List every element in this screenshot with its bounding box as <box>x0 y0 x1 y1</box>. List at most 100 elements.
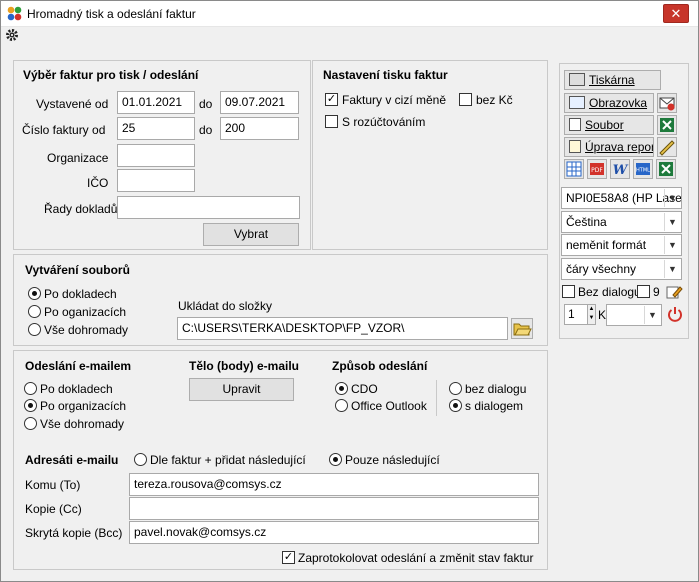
file-button[interactable]: Soubor <box>564 115 654 135</box>
outlook-label: Office Outlook <box>351 399 427 413</box>
email-by-organizations-label: Po organizacích <box>40 399 127 413</box>
language-select[interactable]: Čeština ▼ <box>561 211 682 233</box>
bcc-label: Skrytá kopie (Bcc) <box>25 526 123 540</box>
printer-select[interactable]: NPI0E58A8 (HP Lase ▼ <box>561 187 682 209</box>
ico-input[interactable] <box>117 169 195 192</box>
only-following-radio[interactable] <box>329 453 342 466</box>
email-by-organizations-radio[interactable] <box>24 399 37 412</box>
power-icon[interactable] <box>666 305 684 323</box>
to-label: Komu (To) <box>25 478 81 492</box>
issued-to-input[interactable]: 09.07.2021 <box>220 91 299 114</box>
series-label: Řady dokladů <box>44 202 118 216</box>
email-all-label: Vše dohromady <box>40 417 125 431</box>
screen-button-label: Obrazovka <box>589 96 648 110</box>
issued-to-label: do <box>199 97 213 111</box>
foreign-currency-label: Faktury v cizí měně <box>342 93 447 107</box>
close-button[interactable]: ✕ <box>663 4 689 23</box>
folder-label: Ukládat do složky <box>178 299 273 313</box>
files-by-documents-label: Po dokladech <box>44 287 117 301</box>
number-from-input[interactable]: 25 <box>117 117 195 140</box>
breakdown-checkbox[interactable] <box>325 115 338 128</box>
log-checkbox[interactable]: ✓ <box>282 551 295 564</box>
ruler-icon[interactable] <box>657 137 677 157</box>
email-all-radio[interactable] <box>24 417 37 430</box>
cc-label: Kopie (Cc) <box>25 502 82 516</box>
screen-button[interactable]: Obrazovka <box>564 93 654 113</box>
cdo-radio[interactable] <box>335 382 348 395</box>
lines-select[interactable]: čáry všechny ▼ <box>561 258 682 280</box>
files-by-organizations-radio[interactable] <box>28 305 41 318</box>
without-kc-checkbox[interactable] <box>459 93 472 106</box>
files-by-organizations-label: Po oganizacích <box>44 305 127 319</box>
no-dialog-radio[interactable] <box>449 382 462 395</box>
by-invoices-label: Dle faktur + přidat následující <box>150 453 306 467</box>
edit-report-label: Úprava report <box>585 140 654 154</box>
series-input[interactable] <box>117 196 300 219</box>
svg-text:PDF: PDF <box>591 167 603 174</box>
email-group: Odeslání e-mailem Po dokladech Po organi… <box>13 350 548 570</box>
number-from-label: Číslo faktury od <box>22 123 106 137</box>
printer-icon <box>569 73 585 86</box>
by-invoices-radio[interactable] <box>134 453 147 466</box>
file-button-label: Soubor <box>585 118 624 132</box>
organization-input[interactable] <box>117 144 195 167</box>
nine-label: 9 <box>653 285 660 299</box>
edit-report-button[interactable]: Úprava report <box>564 137 654 157</box>
nine-checkbox[interactable] <box>637 285 650 298</box>
cc-input[interactable] <box>129 497 539 520</box>
with-dialog-radio[interactable] <box>449 399 462 412</box>
copies-spinner[interactable]: ▲ ▼ <box>587 304 596 325</box>
grid-export-icon[interactable] <box>564 159 584 179</box>
breakdown-label: S rozúčtováním <box>342 115 426 129</box>
selection-group: Výběr faktur pro tisk / odeslání Vystave… <box>13 60 311 250</box>
chevron-down-icon: ▼ <box>664 236 680 254</box>
email-title: Odeslání e-mailem <box>25 359 132 373</box>
language-select-value: Čeština <box>566 215 607 229</box>
ico-label: IČO <box>87 176 109 190</box>
document-icon <box>569 118 581 131</box>
monitor-icon <box>569 96 585 109</box>
issued-from-label: Vystavené od <box>36 97 109 111</box>
no-dialog-checkbox[interactable] <box>562 285 575 298</box>
to-input[interactable]: tereza.rousova@comsys.cz <box>129 473 539 496</box>
method-divider <box>436 380 437 416</box>
body-title: Tělo (body) e-mailu <box>189 359 300 373</box>
files-all-radio[interactable] <box>28 323 41 336</box>
printer-button[interactable]: Tiskárna <box>564 70 661 90</box>
svg-text:HTML: HTML <box>636 168 650 174</box>
email-send-icon[interactable] <box>657 93 677 113</box>
pdf-icon[interactable]: PDF <box>587 159 607 179</box>
lines-select-value: čáry všechny <box>566 262 637 276</box>
number-to-label: do <box>199 123 213 137</box>
files-by-documents-radio[interactable] <box>28 287 41 300</box>
with-dialog-label: s dialogem <box>465 399 524 413</box>
format-select[interactable]: neměnit formát ▼ <box>561 234 682 256</box>
issued-from-input[interactable]: 01.01.2021 <box>117 91 195 114</box>
edit-body-button[interactable]: Upravit <box>189 378 294 401</box>
files-title: Vytváření souborů <box>25 263 130 277</box>
folder-open-icon[interactable] <box>511 318 533 339</box>
folder-path-input[interactable]: C:\USERS\TERKA\DESKTOP\FP_VZOR\ <box>177 317 508 340</box>
excel-icon[interactable] <box>657 115 677 135</box>
svg-text:W: W <box>613 163 629 178</box>
excel-export-icon[interactable] <box>656 159 676 179</box>
selection-title: Výběr faktur pro tisk / odeslání <box>23 68 199 82</box>
no-dialog-label: bez dialogu <box>465 382 527 396</box>
printer-button-label: Tiskárna <box>589 73 635 87</box>
email-by-documents-radio[interactable] <box>24 382 37 395</box>
print-settings-group: Nastavení tisku faktur ✓ Faktury v cizí … <box>312 60 548 250</box>
select-button[interactable]: Vybrat <box>203 223 299 246</box>
pencil-icon <box>569 140 581 153</box>
number-to-input[interactable]: 200 <box>220 117 299 140</box>
bcc-input[interactable]: pavel.novak@comsys.cz <box>129 521 539 544</box>
settings-edit-icon[interactable] <box>665 283 683 301</box>
format-select-value: neměnit formát <box>566 238 647 252</box>
foreign-currency-checkbox[interactable]: ✓ <box>325 93 338 106</box>
word-icon[interactable]: W <box>610 159 630 179</box>
k-select[interactable]: ▼ <box>606 304 662 326</box>
gear-icon[interactable] <box>5 28 19 42</box>
outlook-radio[interactable] <box>335 399 348 412</box>
no-dialog-checkbox-label: Bez dialogu <box>578 285 641 299</box>
html-icon[interactable]: HTML <box>633 159 653 179</box>
chevron-down-icon: ▼ <box>664 260 680 278</box>
